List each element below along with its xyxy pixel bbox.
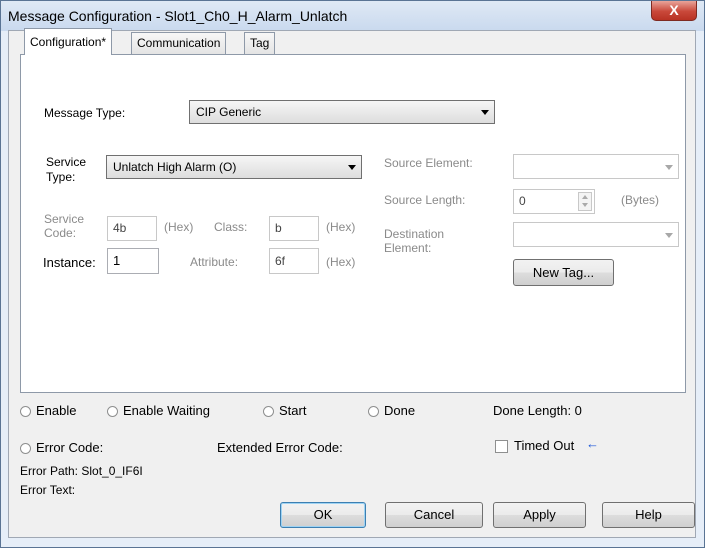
service-code-label-line2: Code: bbox=[44, 226, 77, 240]
done-indicator bbox=[368, 406, 379, 417]
message-type-value: CIP Generic bbox=[196, 105, 262, 119]
class-field[interactable]: b bbox=[269, 216, 319, 241]
close-icon: X bbox=[669, 2, 679, 18]
bytes-label: (Bytes) bbox=[621, 193, 660, 207]
close-button[interactable]: X bbox=[651, 1, 697, 21]
timed-out-checkbox[interactable] bbox=[495, 440, 508, 453]
service-type-value: Unlatch High Alarm (O) bbox=[113, 160, 237, 174]
cancel-button[interactable]: Cancel bbox=[385, 502, 483, 528]
instance-label: Instance: bbox=[43, 255, 96, 270]
destination-label-line1: Destination bbox=[384, 227, 445, 241]
start-label: Start bbox=[279, 403, 307, 418]
service-code-label: Service Code: bbox=[44, 212, 84, 240]
tab-communication[interactable]: Communication bbox=[131, 32, 227, 54]
extended-error-code-label: Extended Error Code: bbox=[217, 440, 343, 455]
source-length-label: Source Length: bbox=[384, 193, 466, 207]
attribute-hex-label: (Hex) bbox=[326, 255, 356, 269]
new-tag-button[interactable]: New Tag... bbox=[513, 259, 614, 286]
source-length-value: 0 bbox=[519, 194, 526, 208]
apply-button[interactable]: Apply bbox=[493, 502, 586, 528]
arrow-left-icon: ← bbox=[586, 436, 599, 451]
window-title: Message Configuration - Slot1_Ch0_H_Alar… bbox=[8, 8, 348, 24]
error-path-label: Error Path: Slot_0_IF6I bbox=[20, 464, 143, 478]
start-indicator bbox=[263, 406, 274, 417]
help-button[interactable]: Help bbox=[602, 502, 695, 528]
chevron-down-icon bbox=[348, 165, 356, 170]
service-type-label-line2: Type: bbox=[46, 170, 76, 184]
service-code-hex-label: (Hex) bbox=[164, 220, 194, 234]
service-type-label-line1: Service bbox=[46, 155, 87, 169]
class-hex-label: (Hex) bbox=[326, 220, 356, 234]
tab-tag[interactable]: Tag bbox=[244, 32, 276, 54]
service-code-label-line1: Service bbox=[44, 212, 85, 226]
chevron-down-icon bbox=[665, 232, 673, 238]
class-label: Class: bbox=[214, 220, 248, 234]
service-type-select[interactable]: Unlatch High Alarm (O) bbox=[106, 155, 362, 179]
destination-element-select[interactable] bbox=[513, 222, 679, 247]
attribute-label: Attribute: bbox=[190, 255, 239, 269]
done-label: Done bbox=[384, 403, 416, 418]
error-code-indicator bbox=[20, 443, 31, 454]
source-length-field[interactable]: 0 bbox=[513, 189, 595, 214]
attribute-field[interactable]: 6f bbox=[269, 248, 319, 274]
error-code-label: Error Code: bbox=[36, 440, 104, 455]
service-type-label: Service Type: bbox=[46, 155, 86, 185]
spinner-icon[interactable] bbox=[578, 192, 592, 211]
tab-configuration[interactable]: Configuration* bbox=[24, 28, 113, 55]
instance-field[interactable]: 1 bbox=[107, 248, 159, 274]
enable-waiting-indicator bbox=[107, 406, 118, 417]
timed-out-label: Timed Out bbox=[514, 438, 575, 453]
destination-element-label: Destination Element: bbox=[384, 227, 444, 255]
enable-label: Enable bbox=[36, 403, 77, 418]
message-type-select[interactable]: CIP Generic bbox=[189, 100, 495, 124]
source-element-label: Source Element: bbox=[384, 156, 473, 170]
destination-label-line2: Element: bbox=[384, 241, 432, 255]
message-type-label: Message Type: bbox=[44, 106, 126, 120]
chevron-down-icon bbox=[665, 164, 673, 170]
enable-waiting-label: Enable Waiting bbox=[123, 403, 210, 418]
chevron-down-icon bbox=[481, 110, 489, 115]
done-length-label: Done Length: 0 bbox=[493, 403, 582, 418]
service-code-field[interactable]: 4b bbox=[107, 216, 157, 241]
source-element-select[interactable] bbox=[513, 154, 679, 179]
error-text-label: Error Text: bbox=[20, 483, 76, 497]
ok-button[interactable]: OK bbox=[280, 502, 366, 528]
enable-indicator bbox=[20, 406, 31, 417]
title-bar[interactable]: Message Configuration - Slot1_Ch0_H_Alar… bbox=[1, 1, 704, 31]
